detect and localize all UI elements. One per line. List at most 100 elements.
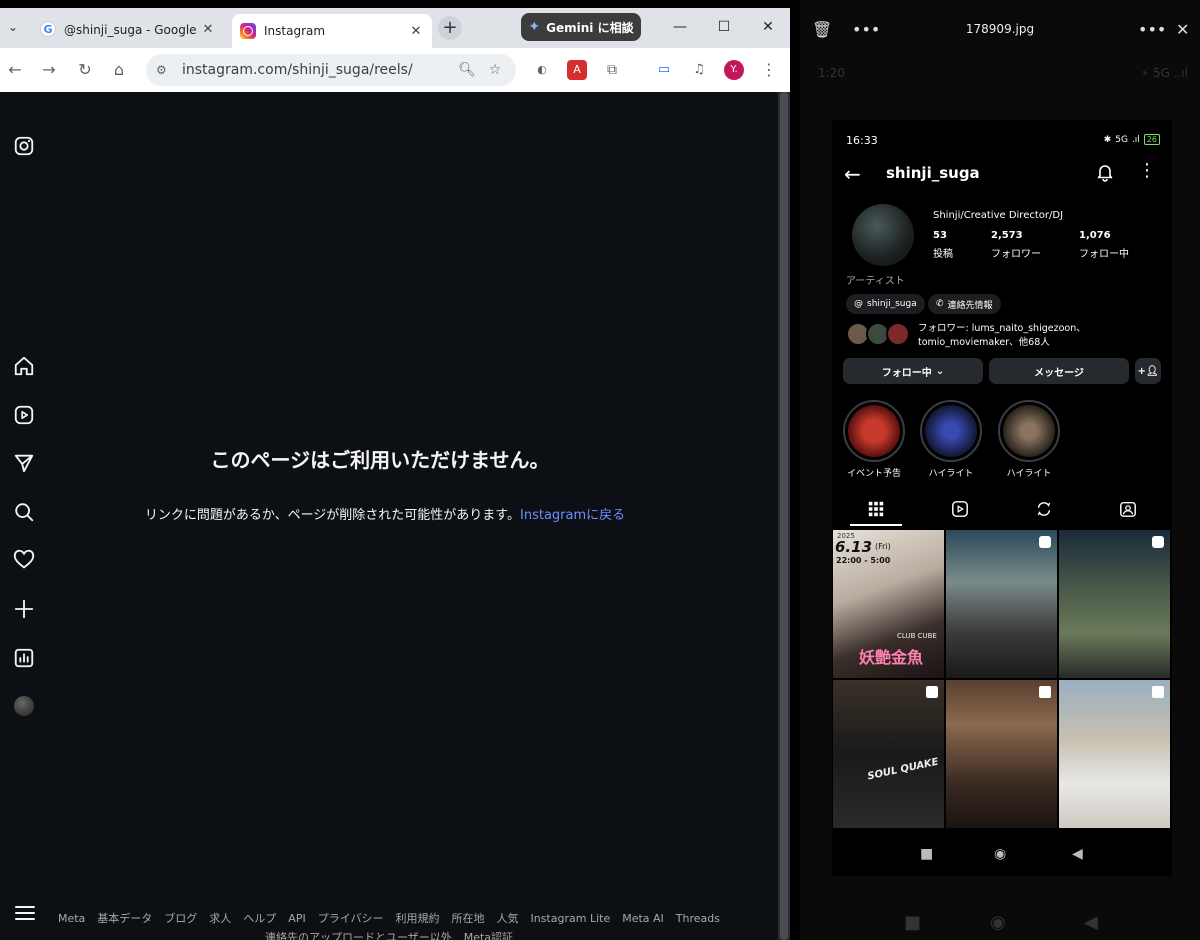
error-title: このページはご利用いただけません。 bbox=[210, 448, 550, 472]
close-tab-icon[interactable]: ✕ bbox=[408, 24, 424, 39]
ghost-signal-icon: ⚡ 5G ..ıl bbox=[1140, 66, 1188, 80]
footer-link[interactable]: 利用規約 bbox=[395, 912, 439, 925]
home-icon[interactable]: ⌂ bbox=[108, 59, 130, 81]
create-plus-icon[interactable] bbox=[12, 597, 36, 621]
minimize-icon[interactable]: — bbox=[669, 16, 691, 38]
gemini-sparkle-icon: ✦ bbox=[528, 19, 541, 35]
maximize-icon[interactable]: ☐ bbox=[713, 16, 735, 38]
zoom-icon[interactable]: 🔍︎ bbox=[456, 62, 478, 78]
tab-title: Instagram bbox=[264, 24, 326, 38]
footer-link[interactable]: ブログ bbox=[164, 912, 197, 925]
following-label: フォロー中 bbox=[881, 367, 932, 379]
post-thumbnail[interactable]: 2025 6.13 (Fri) 22:00 - 5:00 妖艶金魚 CLUB C… bbox=[833, 530, 944, 678]
stat-value: 53 bbox=[933, 230, 947, 241]
footer-link[interactable]: 求人 bbox=[209, 912, 231, 925]
highlight-event[interactable]: イベント予告 bbox=[843, 400, 905, 479]
back-arrow-icon[interactable]: ← bbox=[4, 59, 26, 81]
network-label: 5G bbox=[1115, 134, 1128, 145]
hamburger-menu-icon[interactable] bbox=[14, 902, 36, 924]
tab-search-chevron-icon[interactable]: ⌄ bbox=[4, 18, 22, 36]
message-button[interactable]: メッセージ bbox=[989, 358, 1129, 384]
more-dots-icon[interactable]: ••• bbox=[1138, 20, 1166, 39]
reels-tab-icon[interactable] bbox=[949, 498, 971, 520]
tab-google-search[interactable]: G @shinji_suga - Google 検 ✕ bbox=[32, 14, 224, 44]
back-to-instagram-link[interactable]: Instagramに戻る bbox=[520, 508, 625, 523]
kebab-menu-icon[interactable]: ⋮ bbox=[1138, 160, 1156, 181]
error-message-text: リンクに問題があるか、ページが削除された可能性があります。 bbox=[144, 508, 521, 523]
footer-link[interactable]: 基本データ bbox=[97, 912, 152, 925]
footer-link[interactable]: プライバシー bbox=[318, 912, 384, 925]
following-button[interactable]: フォロー中 ⌄ bbox=[843, 358, 983, 384]
grid-icon[interactable] bbox=[865, 498, 887, 520]
shirt-print: SOUL QUAKE bbox=[866, 756, 940, 783]
media-icon[interactable]: ♫ bbox=[689, 60, 709, 80]
close-window-icon[interactable]: ✕ bbox=[757, 16, 779, 38]
stat-followers[interactable]: 2,573 フォロワー bbox=[991, 230, 1041, 260]
android-nav-bar: ■ ◉ ◀ bbox=[832, 840, 1172, 870]
highlight-3[interactable]: ハイライト bbox=[998, 400, 1060, 479]
bell-icon[interactable] bbox=[1095, 162, 1115, 182]
insights-chart-icon[interactable] bbox=[12, 646, 36, 670]
footer-link[interactable]: Meta bbox=[58, 912, 85, 925]
footer-links-row1: Meta 基本データ ブログ 求人 ヘルプ API プライバシー 利用規約 所在地 人気 Insta… bbox=[0, 910, 778, 926]
kebab-menu-icon[interactable]: ⋮ bbox=[758, 59, 780, 81]
gemini-button[interactable]: ✦ Gemini に相談 bbox=[521, 13, 641, 41]
close-icon[interactable]: ✕ bbox=[1176, 20, 1189, 39]
post-date: 6.13 bbox=[835, 538, 873, 556]
forward-arrow-icon[interactable]: → bbox=[38, 59, 60, 81]
footer-link[interactable]: ヘルプ bbox=[243, 912, 276, 925]
address-bar[interactable]: ⚙ instagram.com/shinji_suga/reels/ 🔍︎ ☆ bbox=[146, 54, 516, 86]
home-icon[interactable] bbox=[12, 354, 36, 378]
profile-avatar[interactable] bbox=[12, 694, 36, 718]
reels-icon[interactable] bbox=[12, 403, 36, 427]
cast-icon[interactable]: ▭ bbox=[654, 60, 674, 80]
tagged-icon[interactable] bbox=[1117, 498, 1139, 520]
highlight-2[interactable]: ハイライト bbox=[920, 400, 982, 479]
post-thumbnail[interactable] bbox=[946, 680, 1057, 828]
post-thumbnail[interactable] bbox=[1059, 680, 1170, 828]
footer-link[interactable]: Threads bbox=[676, 912, 720, 925]
heart-icon[interactable] bbox=[12, 548, 36, 572]
stat-following[interactable]: 1,076 フォロー中 bbox=[1079, 230, 1129, 260]
footer-link[interactable]: API bbox=[288, 912, 305, 925]
scrollbar-thumb[interactable] bbox=[780, 92, 788, 940]
profile-avatar[interactable] bbox=[852, 204, 914, 266]
mutual-followers[interactable]: フォロワー: lums_naito_shigezoon、 tomio_movie… bbox=[846, 322, 1166, 348]
add-person-icon[interactable]: +👤︎ bbox=[1135, 358, 1161, 384]
footer-link[interactable]: Meta認証 bbox=[464, 931, 513, 940]
back-arrow-icon[interactable]: ← bbox=[844, 162, 861, 186]
post-thumbnail[interactable]: SOUL QUAKE bbox=[833, 680, 944, 828]
extension-icon[interactable]: ◐ bbox=[532, 60, 552, 80]
error-message: リンクに問題があるか、ページが削除された可能性があります。Instagramに戻… bbox=[0, 504, 770, 523]
page-scrollbar[interactable] bbox=[778, 92, 790, 940]
footer-link[interactable]: 所在地 bbox=[451, 912, 484, 925]
footer-link[interactable]: Meta AI bbox=[622, 912, 664, 925]
home-circle-icon[interactable]: ◉ bbox=[994, 846, 1006, 862]
profile-header: ← shinji_suga ⋮ bbox=[832, 160, 1172, 188]
puzzle-icon[interactable]: ⧉ bbox=[602, 60, 622, 80]
footer-link[interactable]: 連絡先のアップロードとユーザー以外 bbox=[265, 931, 452, 940]
post-thumbnail[interactable] bbox=[946, 530, 1057, 678]
profile-category: アーティスト bbox=[846, 276, 905, 287]
profile-avatar[interactable]: Y. bbox=[724, 60, 744, 80]
site-info-icon[interactable]: ⚙ bbox=[156, 63, 174, 77]
close-tab-icon[interactable]: ✕ bbox=[200, 22, 216, 37]
footer-link[interactable]: 人気 bbox=[496, 912, 518, 925]
screen: ⌄ G @shinji_suga - Google 検 ✕ Instagram … bbox=[0, 0, 1200, 940]
post-thumbnail[interactable] bbox=[1059, 530, 1170, 678]
recents-icon[interactable]: ■ bbox=[920, 846, 933, 862]
footer-link[interactable]: Instagram Lite bbox=[530, 912, 610, 925]
bookmark-star-icon[interactable]: ☆ bbox=[484, 62, 506, 78]
new-tab-button[interactable]: + bbox=[438, 16, 462, 40]
reposts-icon[interactable] bbox=[1033, 498, 1055, 520]
pdf-extension-icon[interactable]: A bbox=[567, 60, 587, 80]
threads-chip[interactable]: @ shinji_suga bbox=[846, 294, 925, 314]
stat-posts[interactable]: 53 投稿 bbox=[933, 230, 953, 260]
back-triangle-icon[interactable]: ◀ bbox=[1072, 846, 1083, 862]
highlight-label: ハイライト bbox=[1006, 469, 1052, 479]
contact-chip[interactable]: ✆ 連絡先情報 bbox=[928, 294, 1001, 314]
tab-instagram[interactable]: Instagram ✕ bbox=[232, 14, 432, 48]
reload-icon[interactable]: ↻ bbox=[74, 59, 96, 81]
instagram-logo-icon[interactable] bbox=[12, 134, 36, 158]
url-text[interactable]: instagram.com/shinji_suga/reels/ bbox=[182, 62, 450, 78]
